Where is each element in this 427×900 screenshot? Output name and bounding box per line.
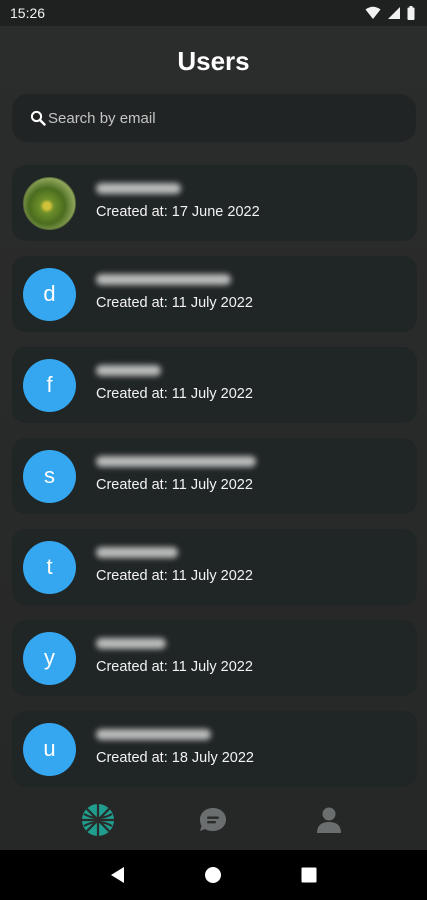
redacted-email (96, 728, 211, 740)
redacted-email (96, 546, 178, 558)
home-button[interactable] (198, 860, 228, 890)
status-bar: 15:26 (0, 0, 427, 26)
avatar: f (23, 358, 76, 412)
profile-icon (317, 807, 342, 833)
user-card[interactable]: f Created at: 11 July 2022 (12, 347, 417, 423)
page-title: Users (177, 46, 250, 76)
battery-icon (407, 6, 415, 20)
nav-home[interactable] (78, 800, 118, 840)
search-input[interactable] (48, 109, 388, 127)
avatar: t (23, 540, 76, 594)
created-date: Created at: 11 July 2022 (96, 385, 253, 402)
avatar: d (23, 267, 76, 321)
status-icons (365, 6, 415, 20)
created-date: Created at: 18 July 2022 (96, 749, 254, 766)
avatar: s (23, 449, 76, 503)
back-icon (110, 867, 124, 883)
recents-button[interactable] (294, 860, 324, 890)
created-date: Created at: 17 June 2022 (96, 203, 260, 220)
search-bar[interactable] (12, 94, 416, 142)
users-screen: Users Created at: 17 June 2022dCreated a… (0, 26, 427, 850)
avatar: u (23, 722, 76, 776)
redacted-email (96, 364, 161, 376)
user-card[interactable]: d Created at: 11 July 2022 (12, 256, 417, 332)
home-circle-icon (205, 867, 222, 883)
home-logo-icon (81, 804, 114, 836)
created-date: Created at: 11 July 2022 (96, 294, 253, 311)
user-card[interactable]: t Created at: 11 July 2022 (12, 529, 417, 605)
status-time: 15:26 (10, 5, 46, 21)
user-list: Created at: 17 June 2022 d Created at: 11 … (12, 165, 417, 802)
redacted-email (96, 273, 231, 285)
avatar (23, 176, 76, 230)
bottom-nav (0, 790, 427, 850)
user-card[interactable]: y Created at: 11 July 2022 (12, 620, 417, 696)
wifi-icon (365, 6, 381, 19)
nav-profile[interactable] (309, 800, 349, 840)
avatar: y (23, 631, 76, 685)
created-date: Created at: 11 July 2022 (96, 476, 253, 493)
created-date: Created at: 11 July 2022 (96, 658, 253, 675)
chat-icon (200, 808, 227, 831)
signal-icon (388, 7, 400, 19)
redacted-email (96, 637, 166, 649)
user-card[interactable]: s Created at: 11 July 2022 (12, 438, 417, 514)
back-button[interactable] (103, 860, 133, 890)
user-card[interactable]: u Created at: 18 July 2022 (12, 711, 417, 787)
system-nav-bar (0, 850, 427, 900)
redacted-email (96, 182, 181, 194)
search-icon (30, 110, 46, 126)
redacted-email (96, 455, 256, 467)
recents-square-icon (301, 867, 317, 883)
user-card[interactable]: Created at: 17 June 2022 (12, 165, 417, 241)
created-date: Created at: 11 July 2022 (96, 567, 253, 584)
nav-chat[interactable] (193, 800, 233, 840)
